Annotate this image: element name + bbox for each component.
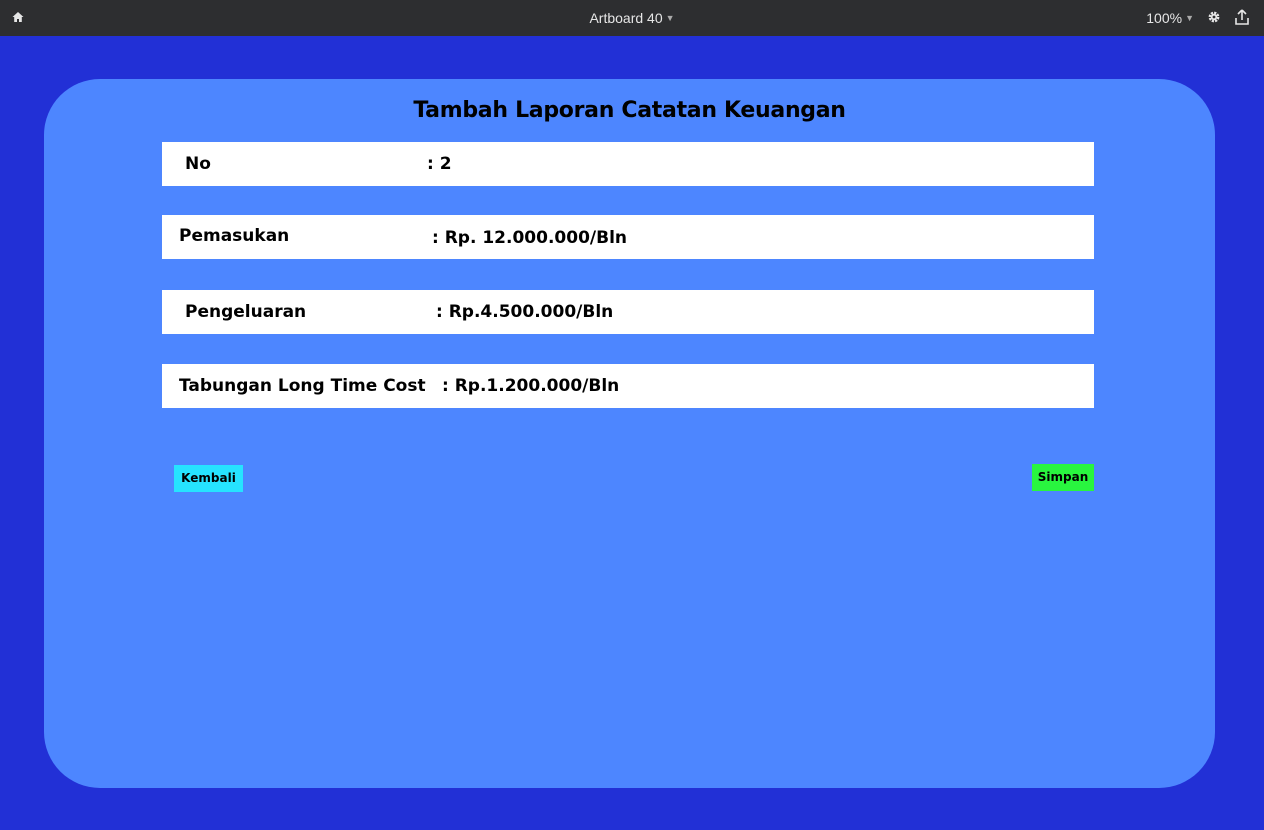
toolbar: Artboard 40 ▼ 100% ▼ bbox=[0, 0, 1264, 36]
page-title: Tambah Laporan Catatan Keuangan bbox=[413, 98, 846, 123]
row-no: No : 2 bbox=[162, 142, 1094, 186]
artboard-title-label: Artboard 40 bbox=[589, 10, 663, 26]
chevron-down-icon: ▼ bbox=[665, 13, 675, 23]
share-icon[interactable] bbox=[1235, 9, 1249, 25]
row-value: : 2 bbox=[427, 154, 452, 174]
artboard-title[interactable]: Artboard 40 ▼ bbox=[0, 10, 1264, 26]
row-pemasukan: Pemasukan : Rp. 12.000.000/Bln bbox=[162, 215, 1094, 259]
zoom-level: 100% bbox=[1146, 10, 1183, 26]
zoom-select[interactable]: 100% ▼ bbox=[1146, 10, 1194, 26]
save-button[interactable]: Simpan bbox=[1032, 464, 1094, 491]
back-button[interactable]: Kembali bbox=[174, 465, 243, 492]
row-pengeluaran: Pengeluaran : Rp.4.500.000/Bln bbox=[162, 290, 1094, 334]
row-label: Pengeluaran bbox=[185, 302, 307, 322]
row-tabungan: Tabungan Long Time Cost : Rp.1.200.000/B… bbox=[162, 364, 1094, 408]
row-value: : Rp.1.200.000/Bln bbox=[442, 376, 620, 396]
gear-icon[interactable] bbox=[1207, 10, 1221, 24]
row-value: : Rp.4.500.000/Bln bbox=[436, 302, 614, 322]
row-value: : Rp. 12.000.000/Bln bbox=[432, 228, 627, 248]
row-label: Tabungan Long Time Cost bbox=[179, 376, 426, 396]
chevron-down-icon: ▼ bbox=[1185, 13, 1194, 23]
row-label: Pemasukan bbox=[179, 226, 290, 246]
row-label: No bbox=[185, 154, 211, 174]
form-card: Tambah Laporan Catatan Keuangan No : 2 P… bbox=[44, 79, 1215, 788]
